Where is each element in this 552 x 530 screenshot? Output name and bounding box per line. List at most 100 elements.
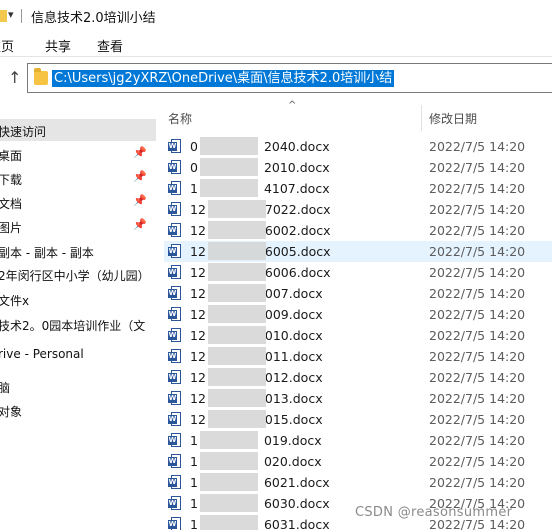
tab-home[interactable]: 主页 [0,36,14,55]
pin-icon[interactable]: 📌 [133,146,147,159]
column-header-name[interactable]: 名称 [168,110,192,127]
file-date-modified: 2022/7/5 14:20 [429,286,526,301]
nav-item[interactable]: rive - Personal [0,343,156,365]
nav-item-label: 文件x [0,294,30,308]
nav-item[interactable]: 文档 📌 [0,191,156,213]
navigation-pane: 快速访问 桌面 📌 下载 📌 文档 📌 图片 📌 副本 - 副本 - 副本 2年闵行区中小学（幼儿园… [0,98,156,530]
file-list: ^ 名称 修改日期 W 0 2040.docx 2022/7/5 14:20 W 0 201… [156,98,552,530]
file-row[interactable]: W 12 6002.docx 2022/7/5 14:20 [164,220,552,241]
file-row[interactable]: W 12 015.docx 2022/7/5 14:20 [164,409,552,430]
file-name-prefix: 12 [190,223,206,238]
file-name-prefix: 12 [190,391,206,406]
redaction-mosaic [200,431,258,449]
folder-icon [0,10,7,22]
file-name-suffix: 6005.docx [264,244,331,259]
file-name-prefix: 0 [190,139,198,154]
pin-icon[interactable]: 📌 [133,194,147,207]
column-divider[interactable] [421,105,422,131]
nav-item[interactable]: 桌面 📌 [0,143,156,165]
file-name-suffix: 2040.docx [263,139,330,154]
window-title: 信息技术2.0培训小结 [31,11,156,26]
file-row[interactable]: W 12 6005.docx 2022/7/5 14:20 [164,241,552,262]
word-document-icon: W [168,160,182,175]
file-name-suffix: 012.docx [264,370,323,385]
nav-item[interactable]: 脑 [0,375,156,397]
file-date-modified: 2022/7/5 14:20 [429,244,526,259]
file-name-prefix: 1 [190,181,198,196]
file-date-modified: 2022/7/5 14:20 [429,475,526,490]
nav-item[interactable]: 图片 📌 [0,215,156,237]
address-bar-area: ↑ C:\Users\jg2yXRZ\OneDrive\桌面\信息技术2.0培训… [0,58,552,98]
word-document-icon: W [168,286,182,301]
nav-item[interactable]: 文件x [0,288,156,310]
redaction-mosaic [200,158,258,176]
redaction-mosaic [208,368,266,386]
redaction-mosaic [208,200,266,218]
file-row[interactable]: W 12 7022.docx 2022/7/5 14:20 [164,199,552,220]
nav-item[interactable]: 快速访问 [0,119,156,141]
nav-item[interactable]: 下载 📌 [0,167,156,189]
word-document-icon: W [168,370,182,385]
up-arrow-icon[interactable]: ↑ [8,68,21,87]
word-document-icon: W [168,328,182,343]
nav-item[interactable]: 技术2。0园本培训作业（文 [0,313,156,335]
file-name-prefix: 12 [190,244,206,259]
column-header-date-modified[interactable]: 修改日期 [429,110,477,127]
file-row[interactable]: W 1 4107.docx 2022/7/5 14:20 [164,178,552,199]
word-document-icon: W [168,454,182,469]
file-row[interactable]: W 12 012.docx 2022/7/5 14:20 [164,367,552,388]
file-date-modified: 2022/7/5 14:20 [429,328,526,343]
file-name-prefix: 12 [190,328,206,343]
word-document-icon: W [168,181,182,196]
nav-item-label: 对象 [0,405,23,419]
file-name-suffix: 013.docx [264,391,323,406]
address-input[interactable]: C:\Users\jg2yXRZ\OneDrive\桌面\信息技术2.0培训小结 [27,63,552,93]
pin-icon[interactable]: 📌 [133,218,147,231]
word-document-icon: W [168,517,182,530]
file-row[interactable]: W 1 020.docx 2022/7/5 14:20 [164,451,552,472]
file-row[interactable]: W 12 009.docx 2022/7/5 14:20 [164,304,552,325]
nav-item-label: 快速访问 [0,125,47,139]
file-date-modified: 2022/7/5 14:20 [429,160,526,175]
redaction-mosaic [200,494,258,512]
redaction-mosaic [200,179,258,197]
file-row[interactable]: W 1 019.docx 2022/7/5 14:20 [164,430,552,451]
redaction-mosaic [208,326,266,344]
file-row[interactable]: W 0 2010.docx 2022/7/5 14:20 [164,157,552,178]
file-name-suffix: 6021.docx [263,475,330,490]
nav-item[interactable]: 对象 [0,399,156,421]
file-name-suffix: 019.docx [263,433,322,448]
nav-item-label: 文档 [0,197,23,211]
nav-item[interactable]: 2年闵行区中小学（幼儿园） [0,263,156,285]
word-document-icon: W [168,223,182,238]
file-row[interactable]: W 12 011.docx 2022/7/5 14:20 [164,346,552,367]
sort-ascending-icon: ^ [288,100,297,111]
file-row[interactable]: W 0 2040.docx 2022/7/5 14:20 [164,136,552,157]
file-name-suffix: 011.docx [264,349,323,364]
redaction-mosaic [200,137,258,155]
file-date-modified: 2022/7/5 14:20 [429,412,526,427]
file-name-suffix: 6031.docx [263,517,330,530]
address-path[interactable]: C:\Users\jg2yXRZ\OneDrive\桌面\信息技术2.0培训小结 [52,70,395,87]
pin-icon[interactable]: 📌 [133,170,147,183]
file-name-suffix: 6002.docx [264,223,331,238]
file-date-modified: 2022/7/5 14:20 [429,223,526,238]
file-row[interactable]: W 12 013.docx 2022/7/5 14:20 [164,388,552,409]
file-name-prefix: 12 [190,202,206,217]
tab-share[interactable]: 共享 [45,36,71,55]
file-name-prefix: 12 [190,349,206,364]
file-row[interactable]: W 12 6006.docx 2022/7/5 14:20 [164,262,552,283]
file-row[interactable]: W 1 6021.docx 2022/7/5 14:20 [164,472,552,493]
quick-access-toolbar-chevron-icon[interactable]: ▾ [8,8,14,21]
word-document-icon: W [168,139,182,154]
file-row[interactable]: W 12 007.docx 2022/7/5 14:20 [164,283,552,304]
nav-item[interactable]: 副本 - 副本 - 副本 [0,240,156,262]
title-bar: ▾ 信息技术2.0培训小结 [0,0,552,32]
file-name-suffix: 6030.docx [263,496,330,511]
redaction-mosaic [208,263,266,281]
tab-view[interactable]: 查看 [97,36,123,55]
file-date-modified: 2022/7/5 14:20 [429,454,526,469]
file-name-prefix: 12 [190,370,206,385]
nav-item-label: 2年闵行区中小学（幼儿园） [0,269,150,283]
file-row[interactable]: W 12 010.docx 2022/7/5 14:20 [164,325,552,346]
